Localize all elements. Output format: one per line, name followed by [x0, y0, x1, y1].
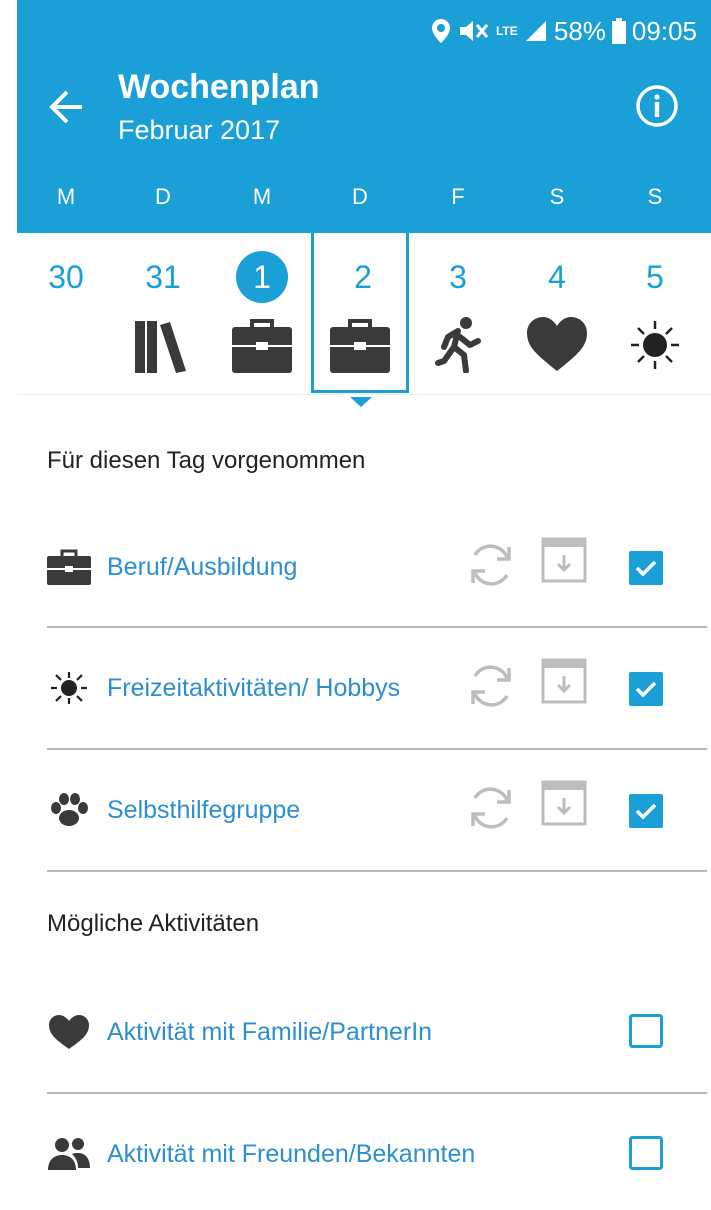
checkbox-unchecked[interactable]	[629, 1136, 663, 1170]
people-icon	[48, 1138, 90, 1170]
day-cell[interactable]: 3	[409, 233, 507, 393]
heart-icon	[527, 317, 587, 371]
paw-icon	[51, 793, 88, 826]
section-heading-planned: Für diesen Tag vorgenommen	[47, 447, 366, 474]
sync-icon[interactable]	[465, 660, 517, 712]
day-number: 2	[354, 259, 372, 295]
sync-icon[interactable]	[465, 782, 517, 834]
day-number: 30	[48, 259, 84, 295]
location-icon	[431, 19, 450, 43]
selected-day-indicator	[350, 397, 372, 407]
info-icon[interactable]	[635, 84, 679, 128]
signal-icon	[525, 21, 546, 41]
books-icon	[135, 321, 186, 373]
checkbox-checked[interactable]	[629, 672, 663, 706]
day-cell[interactable]: 5	[606, 233, 704, 393]
briefcase-icon	[232, 319, 292, 373]
status-bar: LTE 58% 09:05	[431, 14, 697, 48]
back-arrow-icon[interactable]	[47, 88, 85, 126]
briefcase-icon	[47, 549, 91, 585]
divider	[47, 870, 707, 872]
activity-row[interactable]: Aktivität mit Freunden/Bekannten	[47, 1094, 707, 1210]
weekday-label: D	[352, 184, 368, 209]
network-label: LTE	[495, 24, 518, 38]
page-subtitle: Februar 2017	[118, 115, 281, 145]
battery-percent: 58%	[553, 15, 606, 46]
heart-icon	[49, 1015, 89, 1049]
battery-icon	[611, 18, 626, 44]
weekday-label: D	[155, 184, 171, 209]
sun-icon	[631, 321, 679, 369]
weekday-label: M	[252, 184, 272, 209]
page-title: Wochenplan	[118, 68, 320, 106]
section-heading-possible: Mögliche Aktivitäten	[47, 910, 260, 937]
weekday-label: S	[549, 184, 565, 209]
day-strip: 30 31 1 2 3 4 5	[17, 233, 711, 395]
sun-icon	[51, 672, 87, 704]
calendar-download-icon[interactable]	[541, 537, 587, 583]
day-cell[interactable]: 31	[114, 233, 212, 393]
activity-label[interactable]: Aktivität mit Familie/PartnerIn	[107, 1018, 432, 1047]
calendar-download-icon[interactable]	[541, 780, 587, 826]
briefcase-icon	[330, 319, 390, 373]
activity-row[interactable]: Aktivität mit Familie/PartnerIn	[47, 972, 707, 1094]
activity-label[interactable]: Beruf/Ausbildung	[107, 553, 297, 582]
activity-row[interactable]: Beruf/Ausbildung	[47, 507, 707, 629]
sync-icon[interactable]	[465, 539, 517, 591]
activity-row[interactable]: Selbsthilfegruppe	[47, 750, 707, 872]
activity-label[interactable]: Selbsthilfegruppe	[107, 796, 300, 825]
day-number-today: 1	[236, 251, 288, 303]
day-number: 31	[145, 259, 181, 295]
app-bar: LTE 58% 09:05 Wochenplan Februar 2017 M …	[17, 0, 711, 233]
day-number: 5	[646, 259, 664, 295]
mute-icon	[459, 21, 489, 41]
day-number: 3	[449, 259, 467, 295]
clock: 09:05	[631, 15, 697, 46]
calendar-download-icon[interactable]	[541, 658, 587, 704]
weekday-header: M D M D F S S	[17, 184, 711, 214]
checkbox-checked[interactable]	[629, 794, 663, 828]
activity-label[interactable]: Freizeitaktivitäten/ Hobbys	[107, 674, 400, 703]
day-cell-selected[interactable]: 2	[311, 233, 409, 393]
weekday-label: F	[451, 184, 465, 209]
weekday-label: S	[647, 184, 663, 209]
day-cell[interactable]: 1	[213, 233, 311, 393]
day-cell[interactable]: 30	[17, 233, 115, 393]
activity-row[interactable]: Freizeitaktivitäten/ Hobbys	[47, 628, 707, 750]
running-icon	[435, 317, 481, 373]
activity-label[interactable]: Aktivität mit Freunden/Bekannten	[107, 1140, 475, 1169]
weekday-label: M	[56, 184, 76, 209]
day-cell[interactable]: 4	[508, 233, 606, 393]
checkbox-checked[interactable]	[629, 551, 663, 585]
day-number: 4	[548, 259, 566, 295]
checkbox-unchecked[interactable]	[629, 1014, 663, 1048]
